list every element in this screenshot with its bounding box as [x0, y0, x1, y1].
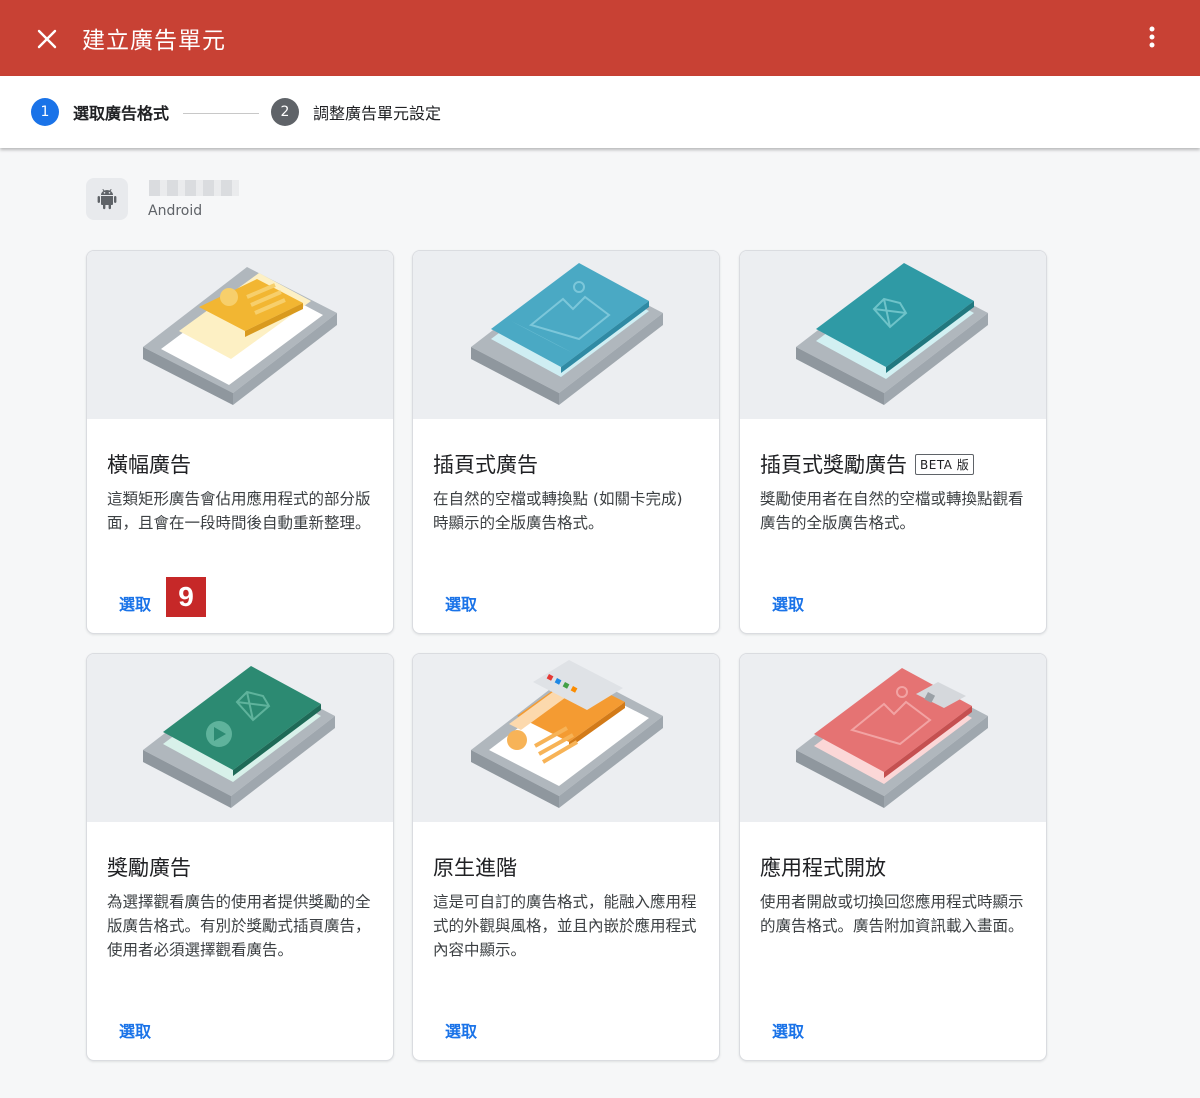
card-title: 插頁式獎勵廣告 BETA 版 [760, 449, 975, 479]
app-open-illustration [740, 654, 1046, 822]
card-title: 橫幅廣告 [107, 453, 191, 477]
select-button[interactable]: 選取 [764, 1014, 812, 1046]
page-title: 建立廣告單元 [82, 28, 226, 54]
close-button[interactable] [30, 22, 64, 56]
select-button[interactable]: 選取 [111, 587, 159, 619]
step-number: 2 [271, 98, 299, 126]
card-title: 原生進階 [433, 856, 517, 880]
android-icon [97, 189, 117, 210]
card-title: 插頁式廣告 [433, 453, 538, 477]
card-description: 在自然的空檔或轉換點 (如關卡完成) 時顯示的全版廣告格式。 [433, 490, 683, 532]
card-app-open: 應用程式開放 使用者開啟或切換回您應用程式時顯示的廣告格式。廣告附加資訊載入畫面… [739, 653, 1047, 1061]
stepper: 1 選取廣告格式 2 調整廣告單元設定 [0, 76, 1200, 148]
card-description: 使用者開啟或切換回您應用程式時顯示的廣告格式。廣告附加資訊載入畫面。 [760, 893, 1024, 935]
card-description: 為選擇觀看廣告的使用者提供獎勵的全版廣告格式。有別於獎勵式插頁廣告，使用者必須選… [107, 893, 371, 959]
card-title: 獎勵廣告 [107, 856, 191, 880]
card-rewarded: 獎勵廣告 為選擇觀看廣告的使用者提供獎勵的全版廣告格式。有別於獎勵式插頁廣告，使… [86, 653, 394, 1061]
select-button[interactable]: 選取 [111, 1014, 159, 1046]
app-icon [86, 178, 128, 220]
more-options-button[interactable] [1138, 22, 1166, 52]
select-button[interactable]: 選取 [437, 587, 485, 619]
select-button[interactable]: 選取 [437, 1014, 485, 1046]
banner-illustration [87, 251, 393, 419]
step-label: 調整廣告單元設定 [313, 104, 442, 123]
app-name-redacted [149, 180, 239, 196]
card-interstitial: 插頁式廣告 在自然的空檔或轉換點 (如關卡完成) 時顯示的全版廣告格式。 選取 [412, 250, 720, 634]
step-adjust-settings[interactable]: 2 調整廣告單元設定 [271, 98, 441, 126]
card-description: 這是可自訂的廣告格式，能融入應用程式的外觀與風格，並且內嵌於應用程式內容中顯示。 [433, 893, 697, 959]
more-vert-icon [1149, 26, 1155, 48]
step-connector [183, 113, 259, 114]
top-app-bar: 建立廣告單元 [0, 0, 1200, 76]
card-banner: 橫幅廣告 這類矩形廣告會佔用應用程式的部分版面，且會在一段時間後自動重新整理。 … [86, 250, 394, 634]
rewarded-interstitial-illustration [740, 251, 1046, 419]
close-icon [37, 29, 57, 49]
rewarded-illustration [87, 654, 393, 822]
card-title-text: 插頁式獎勵廣告 [760, 453, 907, 477]
card-title: 應用程式開放 [760, 856, 886, 880]
interstitial-illustration [413, 251, 719, 419]
select-button[interactable]: 選取 [764, 587, 812, 619]
annotation-badge: 9 [166, 577, 206, 617]
native-illustration [413, 654, 719, 822]
card-rewarded-interstitial: 插頁式獎勵廣告 BETA 版 獎勵使用者在自然的空檔或轉換點觀看廣告的全版廣告格… [739, 250, 1047, 634]
app-platform: Android [148, 203, 203, 219]
beta-badge: BETA 版 [915, 453, 975, 475]
step-label: 選取廣告格式 [73, 104, 170, 123]
card-description: 這類矩形廣告會佔用應用程式的部分版面，且會在一段時間後自動重新整理。 [107, 490, 371, 532]
card-native-advanced: 原生進階 這是可自訂的廣告格式，能融入應用程式的外觀與風格，並且內嵌於應用程式內… [412, 653, 720, 1061]
step-number: 1 [31, 98, 59, 126]
step-select-format[interactable]: 1 選取廣告格式 [31, 98, 169, 126]
card-description: 獎勵使用者在自然的空檔或轉換點觀看廣告的全版廣告格式。 [760, 490, 1024, 532]
